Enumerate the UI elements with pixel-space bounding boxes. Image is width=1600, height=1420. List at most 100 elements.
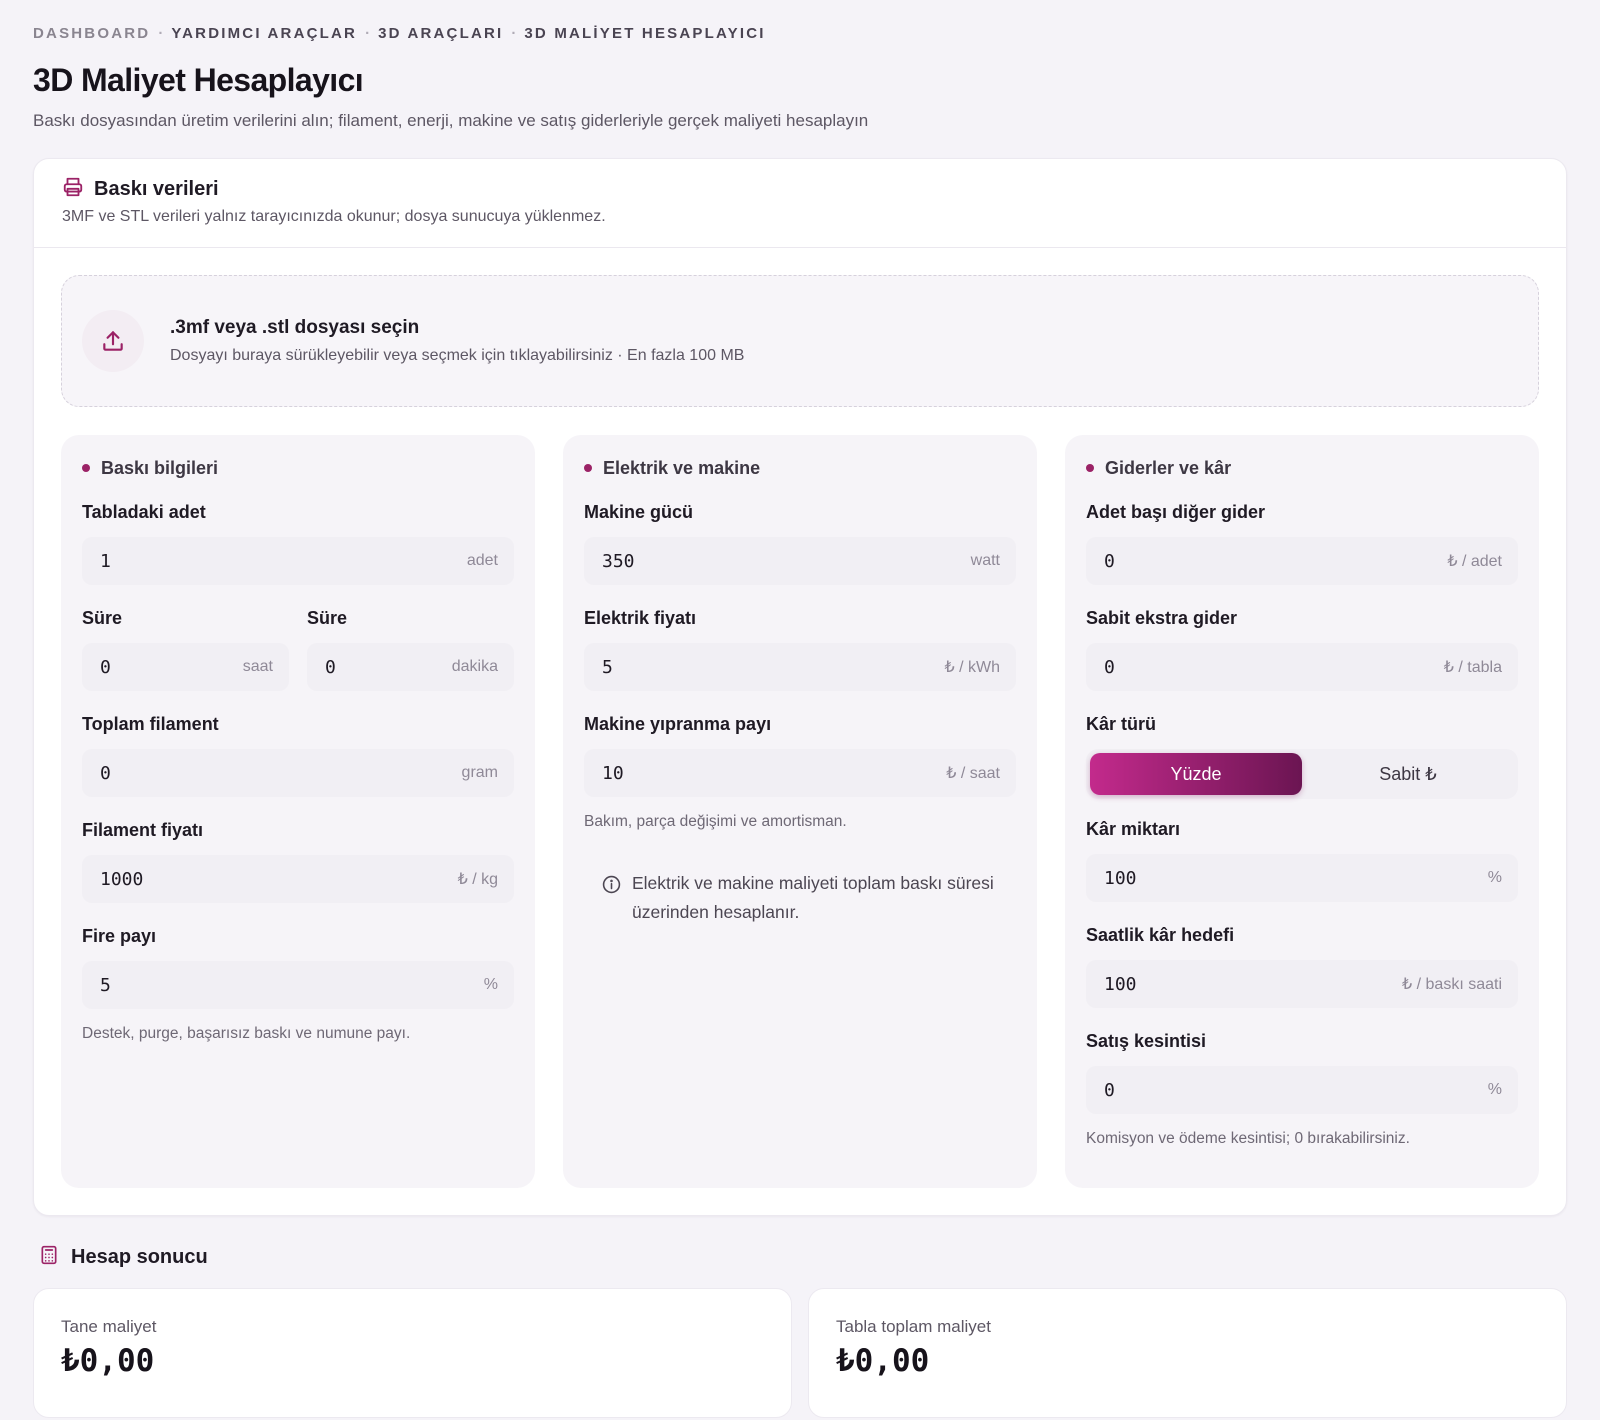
expenses-panel: Giderler ve kâr Adet başı diğer gider 0 …	[1065, 435, 1539, 1188]
page-title: 3D Maliyet Hesaplayıcı	[33, 62, 364, 98]
electric-panel: Elektrik ve makine Makine gücü 350 watt …	[563, 435, 1037, 1188]
qty-label: Tabladaki adet	[82, 502, 206, 522]
fixed-expense-label: Sabit ekstra gider	[1086, 608, 1238, 628]
bullet-dot	[82, 464, 90, 472]
hourly-profit-value: 100	[1104, 973, 1137, 995]
expenses-title: Giderler ve kâr	[1105, 457, 1232, 478]
waste-unit: %	[483, 976, 498, 993]
filament-price-value: 1000	[100, 868, 144, 890]
other-expense-value: 0	[1104, 550, 1115, 572]
fixed-expense-unit: ₺ / tabla	[1443, 659, 1502, 676]
electric-price-label: Elektrik fiyatı	[584, 608, 697, 628]
other-expense-unit: ₺ / adet	[1447, 553, 1502, 570]
page-subtitle: Baskı dosyasından üretim verilerini alın…	[33, 111, 869, 130]
print-data-card-header: Baskı verileri 3MF ve STL verileri yalnı…	[34, 159, 1566, 248]
filament-label: Toplam filament	[82, 714, 219, 734]
minutes-value: 0	[325, 656, 336, 678]
hours-label: Süre	[82, 608, 123, 628]
info-icon	[602, 869, 622, 927]
hours-unit: saat	[242, 658, 273, 675]
minutes-label: Süre	[307, 608, 348, 628]
wear-value: 10	[602, 762, 624, 784]
other-expense-label: Adet başı diğer gider	[1086, 502, 1266, 522]
qty-unit: adet	[466, 552, 498, 569]
other-expense-input[interactable]: 0 ₺ / adet	[1086, 537, 1518, 585]
sales-cut-hint: Komisyon ve ödeme kesintisi; 0 bırakabil…	[1086, 1130, 1410, 1147]
power-label: Makine gücü	[584, 502, 694, 522]
breadcrumb-dashboard[interactable]: DASHBOARD	[33, 25, 150, 42]
profit-type-percent-button[interactable]: Yüzde	[1090, 753, 1302, 795]
total-cost-label: Tabla toplam maliyet	[836, 1317, 991, 1336]
wear-unit: ₺ / saat	[946, 765, 1000, 782]
electric-price-input[interactable]: 5 ₺ / kWh	[584, 643, 1016, 691]
power-input[interactable]: 350 watt	[584, 537, 1016, 585]
total-cost-card: Tabla toplam maliyet ₺0,00	[808, 1288, 1567, 1418]
bullet-dot	[584, 464, 592, 472]
print-data-card: Baskı verileri 3MF ve STL verileri yalnı…	[33, 158, 1567, 1216]
filament-value: 0	[100, 762, 111, 784]
breadcrumb-yardimci-araclar[interactable]: YARDIMCI ARAÇLAR	[171, 25, 357, 42]
profit-type-toggle: Yüzde Sabit ₺	[1086, 749, 1518, 799]
wear-label: Makine yıpranma payı	[584, 714, 772, 734]
power-unit: watt	[970, 552, 1000, 569]
hours-input[interactable]: 0 saat	[82, 643, 289, 691]
filament-price-input[interactable]: 1000 ₺ / kg	[82, 855, 514, 903]
breadcrumb-separator: ·	[158, 24, 164, 42]
hourly-profit-input[interactable]: 100 ₺ / baskı saati	[1086, 960, 1518, 1008]
waste-value: 5	[100, 974, 111, 996]
upload-icon	[82, 310, 144, 372]
page: DASHBOARD · YARDIMCI ARAÇLAR · 3D ARAÇLA…	[0, 0, 1600, 1418]
calculator-icon	[39, 1244, 59, 1271]
breadcrumb: DASHBOARD · YARDIMCI ARAÇLAR · 3D ARAÇLA…	[33, 22, 1567, 44]
profit-amount-unit: %	[1487, 869, 1502, 886]
qty-input[interactable]: 1 adet	[82, 537, 514, 585]
dropzone-title: .3mf veya .stl dosyası seçin	[170, 317, 420, 338]
profit-amount-label: Kâr miktarı	[1086, 819, 1181, 839]
waste-label: Fire payı	[82, 926, 157, 946]
profit-type-fixed-button[interactable]: Sabit ₺	[1302, 753, 1514, 795]
hours-value: 0	[100, 656, 111, 678]
fixed-expense-input[interactable]: 0 ₺ / tabla	[1086, 643, 1518, 691]
print-data-title: Baskı verileri	[94, 177, 219, 200]
wear-input[interactable]: 10 ₺ / saat	[584, 749, 1016, 797]
wear-hint: Bakım, parça değişimi ve amortisman.	[584, 813, 847, 830]
breadcrumb-separator: ·	[365, 24, 371, 42]
bullet-dot	[1086, 464, 1094, 472]
profit-amount-value: 100	[1104, 867, 1137, 889]
sales-cut-input[interactable]: 0 %	[1086, 1066, 1518, 1114]
breadcrumb-3d-araclari[interactable]: 3D ARAÇLARI	[378, 25, 503, 42]
profit-type-label: Kâr türü	[1086, 714, 1157, 734]
hourly-profit-label: Saatlik kâr hedefi	[1086, 925, 1235, 945]
print-data-desc: 3MF ve STL verileri yalnız tarayıcınızda…	[62, 208, 606, 225]
filament-price-label: Filament fiyatı	[82, 820, 204, 840]
waste-hint: Destek, purge, başarısız baskı ve numune…	[82, 1025, 411, 1042]
file-dropzone[interactable]: .3mf veya .stl dosyası seçin Dosyayı bur…	[61, 275, 1539, 407]
electric-info-note: Elektrik ve makine maliyeti toplam baskı…	[584, 869, 1016, 927]
printer-icon	[62, 176, 84, 203]
minutes-input[interactable]: 0 dakika	[307, 643, 514, 691]
electric-title: Elektrik ve makine	[603, 457, 761, 478]
fixed-expense-value: 0	[1104, 656, 1115, 678]
sales-cut-unit: %	[1487, 1081, 1502, 1098]
filament-price-unit: ₺ / kg	[457, 871, 498, 888]
electric-price-unit: ₺ / kWh	[944, 659, 1000, 676]
unit-cost-value: ₺0,00	[61, 1343, 155, 1379]
sales-cut-label: Satış kesintisi	[1086, 1031, 1207, 1051]
breadcrumb-separator: ·	[511, 24, 517, 42]
unit-cost-label: Tane maliyet	[61, 1317, 157, 1336]
profit-amount-input[interactable]: 100 %	[1086, 854, 1518, 902]
waste-input[interactable]: 5 %	[82, 961, 514, 1009]
result-header: Hesap sonucu	[33, 1244, 1567, 1270]
hourly-profit-unit: ₺ / baskı saati	[1402, 976, 1502, 993]
print-info-panel: Baskı bilgileri Tabladaki adet 1 adet Sü…	[61, 435, 535, 1188]
breadcrumb-current: 3D MALİYET HESAPLAYICI	[524, 24, 766, 42]
electric-price-value: 5	[602, 656, 613, 678]
qty-value: 1	[100, 550, 111, 572]
electric-info-text: Elektrik ve makine maliyeti toplam baskı…	[632, 873, 994, 922]
minutes-unit: dakika	[451, 658, 498, 675]
dropzone-desc: Dosyayı buraya sürükleyebilir veya seçme…	[170, 347, 745, 364]
filament-unit: gram	[461, 764, 498, 781]
filament-input[interactable]: 0 gram	[82, 749, 514, 797]
unit-cost-card: Tane maliyet ₺0,00	[33, 1288, 792, 1418]
result-title: Hesap sonucu	[71, 1245, 208, 1268]
